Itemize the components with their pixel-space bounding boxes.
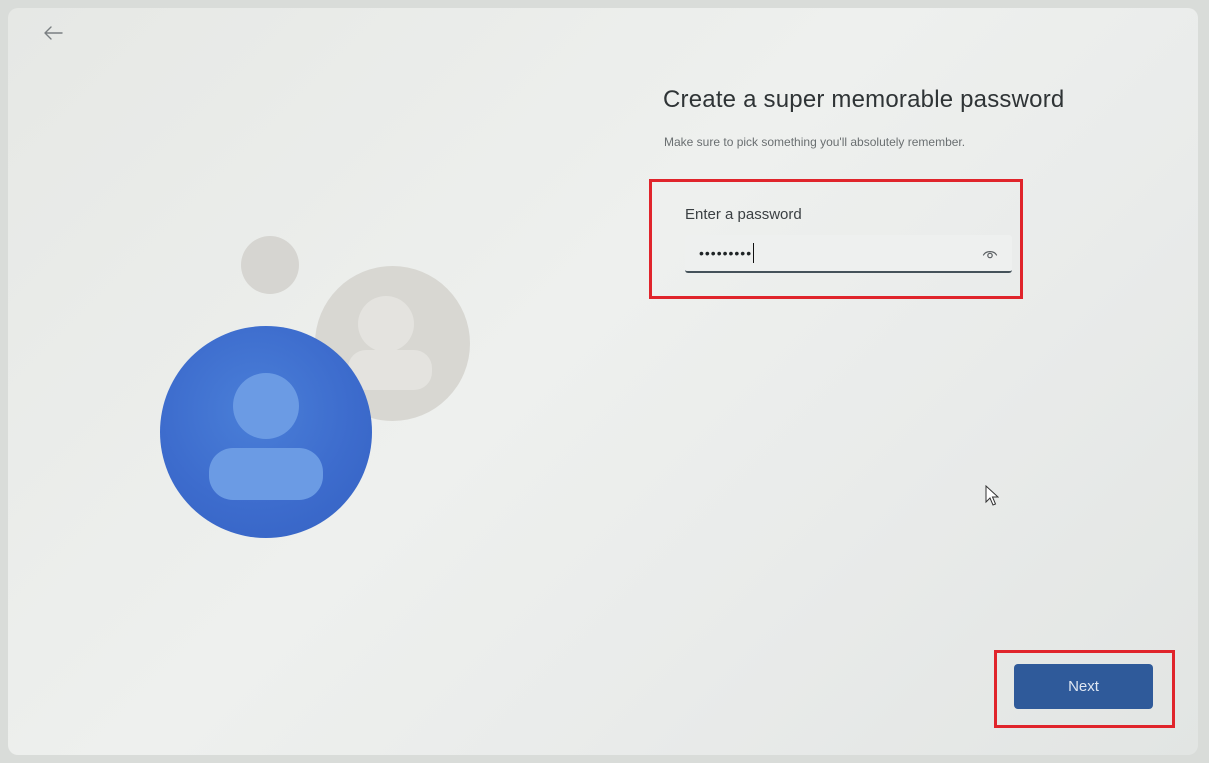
page-subtitle: Make sure to pick something you'll absol… (664, 135, 966, 149)
next-button[interactable]: Next (1014, 664, 1153, 709)
mouse-pointer-icon (985, 485, 999, 506)
avatar-body (209, 448, 323, 500)
page-title: Create a super memorable password (663, 86, 1065, 113)
password-input[interactable]: ••••••••• (685, 235, 1012, 273)
avatar-decoration-small (241, 236, 299, 294)
setup-screen: Create a super memorable password Make s… (8, 8, 1198, 755)
back-button[interactable] (38, 20, 68, 46)
avatar-head (233, 373, 299, 439)
password-value: ••••••••• (699, 245, 753, 261)
user-avatar-illustration (160, 326, 372, 538)
text-caret (753, 243, 755, 263)
password-label: Enter a password (685, 206, 802, 223)
avatar-ghost-head (358, 296, 414, 352)
arrow-left-icon (44, 26, 63, 40)
eye-icon[interactable] (982, 247, 998, 261)
